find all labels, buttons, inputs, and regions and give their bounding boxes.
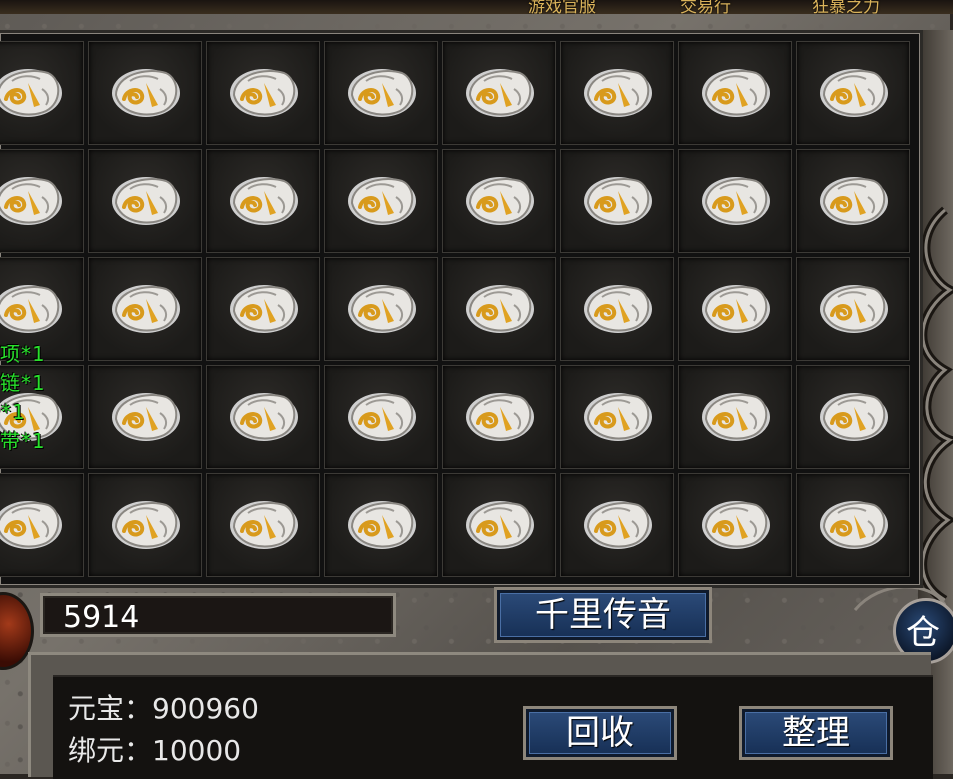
inventory-slot[interactable] xyxy=(324,473,438,577)
bangyuan-label: 绑元： xyxy=(68,734,153,767)
ore-stone-icon xyxy=(814,59,892,127)
ore-stone-icon xyxy=(578,59,656,127)
inventory-slot[interactable] xyxy=(796,149,910,253)
ore-stone-icon xyxy=(696,491,774,559)
ore-stone-icon xyxy=(0,491,66,559)
inventory-slot[interactable] xyxy=(678,257,792,361)
ore-stone-icon xyxy=(224,383,302,451)
recycle-button[interactable]: 回收 xyxy=(526,709,674,757)
amount-input[interactable]: 5914 xyxy=(40,593,396,637)
inventory-slot[interactable] xyxy=(560,41,674,145)
sort-button[interactable]: 整理 xyxy=(742,709,890,757)
inventory-panel xyxy=(0,30,923,588)
ore-stone-icon xyxy=(696,167,774,235)
inventory-slot[interactable] xyxy=(206,257,320,361)
inventory-slot[interactable] xyxy=(0,473,84,577)
top-bar-item-trade[interactable]: 交易行 xyxy=(680,0,731,14)
inventory-grid xyxy=(0,41,910,577)
inventory-slot[interactable] xyxy=(678,41,792,145)
inventory-slot[interactable] xyxy=(560,257,674,361)
inventory-slot[interactable] xyxy=(324,257,438,361)
inventory-slot[interactable] xyxy=(324,41,438,145)
pickup-log-line: *1 xyxy=(0,400,25,424)
inventory-slot[interactable] xyxy=(796,365,910,469)
ore-stone-icon xyxy=(578,167,656,235)
yuanbao-value: 900960 xyxy=(152,692,259,725)
inventory-slot[interactable] xyxy=(560,365,674,469)
inventory-slot[interactable] xyxy=(442,41,556,145)
inventory-slot[interactable] xyxy=(678,149,792,253)
ore-stone-icon xyxy=(578,383,656,451)
ore-stone-icon xyxy=(224,491,302,559)
ore-stone-icon xyxy=(106,59,184,127)
inventory-slot[interactable] xyxy=(88,149,202,253)
ore-stone-icon xyxy=(814,167,892,235)
inventory-slot[interactable] xyxy=(0,149,84,253)
ore-stone-icon xyxy=(224,275,302,343)
pickup-log-line: 带*1 xyxy=(0,429,45,453)
pickup-log-line: 项*1 xyxy=(0,342,45,366)
ore-stone-icon xyxy=(0,167,66,235)
yuanbao-row: 元宝：900960 xyxy=(68,687,259,727)
ore-stone-icon xyxy=(696,59,774,127)
inventory-slot[interactable] xyxy=(324,365,438,469)
inventory-slot[interactable] xyxy=(206,149,320,253)
inventory-slot[interactable] xyxy=(796,473,910,577)
ore-stone-icon xyxy=(342,167,420,235)
ore-stone-icon xyxy=(578,275,656,343)
inventory-slot[interactable] xyxy=(560,149,674,253)
inventory-slot[interactable] xyxy=(560,473,674,577)
ore-stone-icon xyxy=(342,59,420,127)
ore-stone-icon xyxy=(224,59,302,127)
inventory-slot[interactable] xyxy=(88,473,202,577)
ore-stone-icon xyxy=(696,383,774,451)
inventory-slot[interactable] xyxy=(88,41,202,145)
inventory-slot[interactable] xyxy=(796,257,910,361)
ore-stone-icon xyxy=(342,491,420,559)
ore-stone-icon xyxy=(578,491,656,559)
inventory-slot[interactable] xyxy=(796,41,910,145)
bangyuan-row: 绑元：10000 xyxy=(68,729,241,769)
inventory-slot[interactable] xyxy=(206,473,320,577)
inventory-slot[interactable] xyxy=(88,257,202,361)
ore-stone-icon xyxy=(106,383,184,451)
ore-stone-icon xyxy=(814,383,892,451)
ore-stone-icon xyxy=(696,275,774,343)
ore-stone-icon xyxy=(342,275,420,343)
top-bar-item-rage[interactable]: 狂暴之力 xyxy=(812,0,880,14)
ore-stone-icon xyxy=(106,491,184,559)
ore-stone-icon xyxy=(814,275,892,343)
ore-stone-icon xyxy=(460,167,538,235)
ore-stone-icon xyxy=(460,59,538,127)
inventory-slot[interactable] xyxy=(678,473,792,577)
bangyuan-value: 10000 xyxy=(152,734,242,767)
ore-stone-icon xyxy=(0,59,66,127)
inventory-slot[interactable] xyxy=(442,473,556,577)
inventory-slot[interactable] xyxy=(0,41,84,145)
top-bar: 游戏官服 交易行 狂暴之力 xyxy=(0,0,953,14)
inventory-slot[interactable] xyxy=(442,257,556,361)
inventory-slot[interactable] xyxy=(442,365,556,469)
ore-stone-icon xyxy=(106,275,184,343)
yuanbao-label: 元宝： xyxy=(68,692,153,725)
ore-stone-icon xyxy=(224,167,302,235)
ore-stone-icon xyxy=(814,491,892,559)
ore-stone-icon xyxy=(0,275,66,343)
ore-stone-icon xyxy=(460,275,538,343)
top-bar-item-official[interactable]: 游戏官服 xyxy=(528,0,596,14)
ore-stone-icon xyxy=(342,383,420,451)
pickup-log: 项*1 链*1 *1 带*1 xyxy=(0,340,70,456)
inventory-slot[interactable] xyxy=(206,365,320,469)
inventory-slot[interactable] xyxy=(678,365,792,469)
inventory-slot[interactable] xyxy=(324,149,438,253)
ore-stone-icon xyxy=(460,383,538,451)
pickup-log-line: 链*1 xyxy=(0,371,45,395)
inventory-slot[interactable] xyxy=(88,365,202,469)
ore-stone-icon xyxy=(106,167,184,235)
chuanyin-button[interactable]: 千里传音 xyxy=(497,590,709,640)
inventory-slot[interactable] xyxy=(442,149,556,253)
ore-stone-icon xyxy=(460,491,538,559)
inventory-slot[interactable] xyxy=(206,41,320,145)
